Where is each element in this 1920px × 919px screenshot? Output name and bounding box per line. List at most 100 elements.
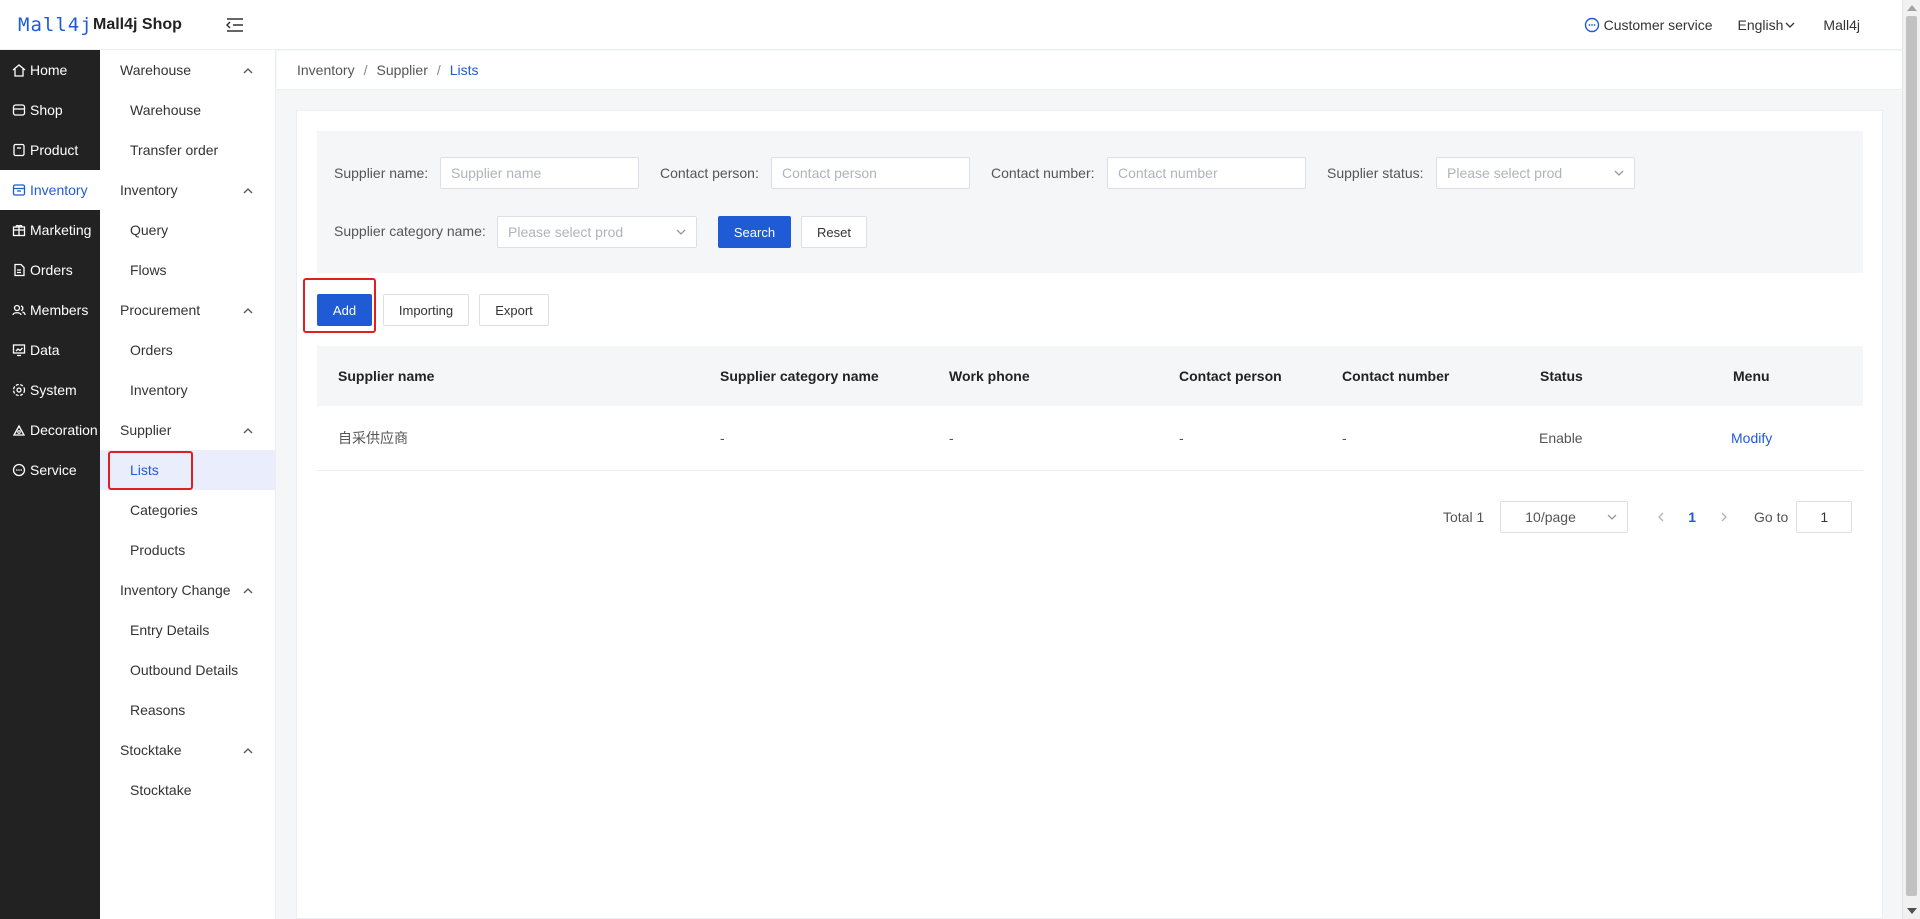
cell-contact-person: - (1179, 430, 1184, 446)
scroll-thumb[interactable] (1906, 16, 1917, 896)
nav-members[interactable]: Members (0, 290, 100, 330)
sidebar-item-lists[interactable]: Lists (100, 450, 275, 490)
col-supplier-name: Supplier name (338, 368, 435, 384)
nav-system[interactable]: System (0, 370, 100, 410)
col-contact-person: Contact person (1179, 368, 1282, 384)
nav-system-label: System (30, 382, 77, 398)
supplier-name-label: Supplier name: (334, 165, 429, 181)
supplier-status-label: Supplier status: (1327, 165, 1424, 181)
sidebar-item-transfer-order[interactable]: Transfer order (100, 130, 275, 170)
goto-label: Go to (1754, 509, 1789, 525)
shop-icon (12, 104, 26, 116)
system-icon (12, 383, 26, 397)
chevron-down-icon (1785, 22, 1795, 28)
contact-person-input[interactable] (771, 157, 970, 189)
sidebar-item-reasons[interactable]: Reasons (100, 690, 275, 730)
page-size-select[interactable]: 10/page (1500, 501, 1629, 533)
page-scrollbar[interactable] (1902, 0, 1920, 919)
supplier-category-select[interactable]: Please select prod (497, 216, 697, 248)
page-number-current[interactable]: 1 (1688, 509, 1696, 525)
add-button[interactable]: Add (317, 294, 372, 326)
importing-button[interactable]: Importing (383, 294, 469, 326)
prev-page-button[interactable] (1650, 512, 1670, 522)
scroll-down-arrow-icon[interactable] (1907, 908, 1917, 914)
sidebar-item-stocktake[interactable]: Stocktake (100, 770, 275, 810)
sidebar-item-flows[interactable]: Flows (100, 250, 275, 290)
supplier-category-placeholder: Please select prod (508, 224, 624, 240)
nav-marketing[interactable]: Marketing (0, 210, 100, 250)
sidebar-item-entry-details[interactable]: Entry Details (100, 610, 275, 650)
group-inventory-title: Inventory (120, 182, 178, 198)
search-button[interactable]: Search (718, 216, 791, 248)
sidebar-item-products[interactable]: Products (100, 530, 275, 570)
nav-home-label: Home (30, 62, 68, 78)
sidebar-item-procurement-inventory[interactable]: Inventory (100, 370, 275, 410)
marketing-icon (12, 224, 26, 237)
primary-sidebar: Home Shop Product Inventory Marketing Or… (0, 50, 100, 919)
filter-panel: Supplier name: Contact person: Contact n… (317, 131, 1863, 273)
breadcrumb-supplier[interactable]: Supplier (376, 62, 427, 78)
col-contact-number: Contact number (1342, 368, 1450, 384)
language-select[interactable]: English (1738, 17, 1796, 33)
breadcrumb-separator: / (363, 62, 368, 78)
service-icon (12, 463, 26, 477)
chevron-right-icon (1721, 512, 1727, 522)
sidebar-item-warehouse[interactable]: Warehouse (100, 90, 275, 130)
inventory-icon (12, 184, 26, 196)
chevron-left-icon (1657, 512, 1664, 522)
group-procurement[interactable]: Procurement (100, 290, 275, 330)
pagination-total: Total 1 (1443, 509, 1485, 525)
chevron-up-icon (243, 67, 253, 73)
nav-inventory-label: Inventory (30, 182, 88, 198)
chevron-up-icon (243, 187, 253, 193)
nav-orders[interactable]: Orders (0, 250, 100, 290)
cell-category: - (720, 430, 725, 446)
next-page-button[interactable] (1714, 512, 1734, 522)
modify-link[interactable]: Modify (1731, 430, 1772, 446)
nav-orders-label: Orders (30, 262, 73, 278)
nav-decoration[interactable]: Decoration (0, 410, 100, 450)
sidebar-item-query[interactable]: Query (100, 210, 275, 250)
page-size-value: 10/page (1525, 509, 1576, 525)
chevron-down-icon (1607, 514, 1617, 520)
group-inventory[interactable]: Inventory (100, 170, 275, 210)
nav-shop[interactable]: Shop (0, 90, 100, 130)
contact-number-input[interactable] (1107, 157, 1306, 189)
group-warehouse-title: Warehouse (120, 62, 192, 78)
table-row: 自采供应商 - - - - Enable Modify (317, 406, 1863, 471)
chevron-up-icon (243, 307, 253, 313)
cell-supplier-name: 自采供应商 (338, 430, 408, 446)
chevron-up-icon (243, 747, 253, 753)
supplier-category-label: Supplier category name: (334, 223, 486, 239)
col-work-phone: Work phone (949, 368, 1030, 384)
nav-service[interactable]: Service (0, 450, 100, 490)
group-stocktake[interactable]: Stocktake (100, 730, 275, 770)
nav-home[interactable]: Home (0, 50, 100, 90)
group-warehouse[interactable]: Warehouse (100, 50, 275, 90)
supplier-name-input[interactable] (440, 157, 639, 189)
customer-service-link[interactable]: Customer service (1584, 17, 1713, 33)
group-procurement-title: Procurement (120, 302, 201, 318)
group-supplier[interactable]: Supplier (100, 410, 275, 450)
group-inventory-change[interactable]: Inventory Change (100, 570, 275, 610)
nav-inventory[interactable]: Inventory (0, 170, 100, 210)
export-button[interactable]: Export (479, 294, 549, 326)
cell-work-phone: - (949, 430, 954, 446)
sidebar-item-procurement-orders[interactable]: Orders (100, 330, 275, 370)
user-menu[interactable]: Mall4j (1823, 17, 1860, 33)
menu-collapse-icon[interactable] (225, 16, 246, 34)
nav-product[interactable]: Product (0, 130, 100, 170)
language-label: English (1737, 16, 1784, 33)
nav-data[interactable]: Data (0, 330, 100, 370)
chat-icon (1584, 17, 1599, 32)
breadcrumb-inventory[interactable]: Inventory (297, 62, 355, 78)
scroll-up-arrow-icon[interactable] (1907, 5, 1917, 11)
supplier-table: Supplier name Supplier category name Wor… (317, 346, 1863, 471)
sidebar-item-categories[interactable]: Categories (100, 490, 275, 530)
supplier-status-select[interactable]: Please select prod (1436, 157, 1635, 189)
breadcrumb-separator: / (436, 62, 441, 78)
goto-page-input[interactable] (1796, 501, 1853, 533)
sidebar-item-outbound-details[interactable]: Outbound Details (100, 650, 275, 690)
customer-service-label: Customer service (1603, 16, 1713, 33)
reset-button[interactable]: Reset (801, 216, 867, 248)
